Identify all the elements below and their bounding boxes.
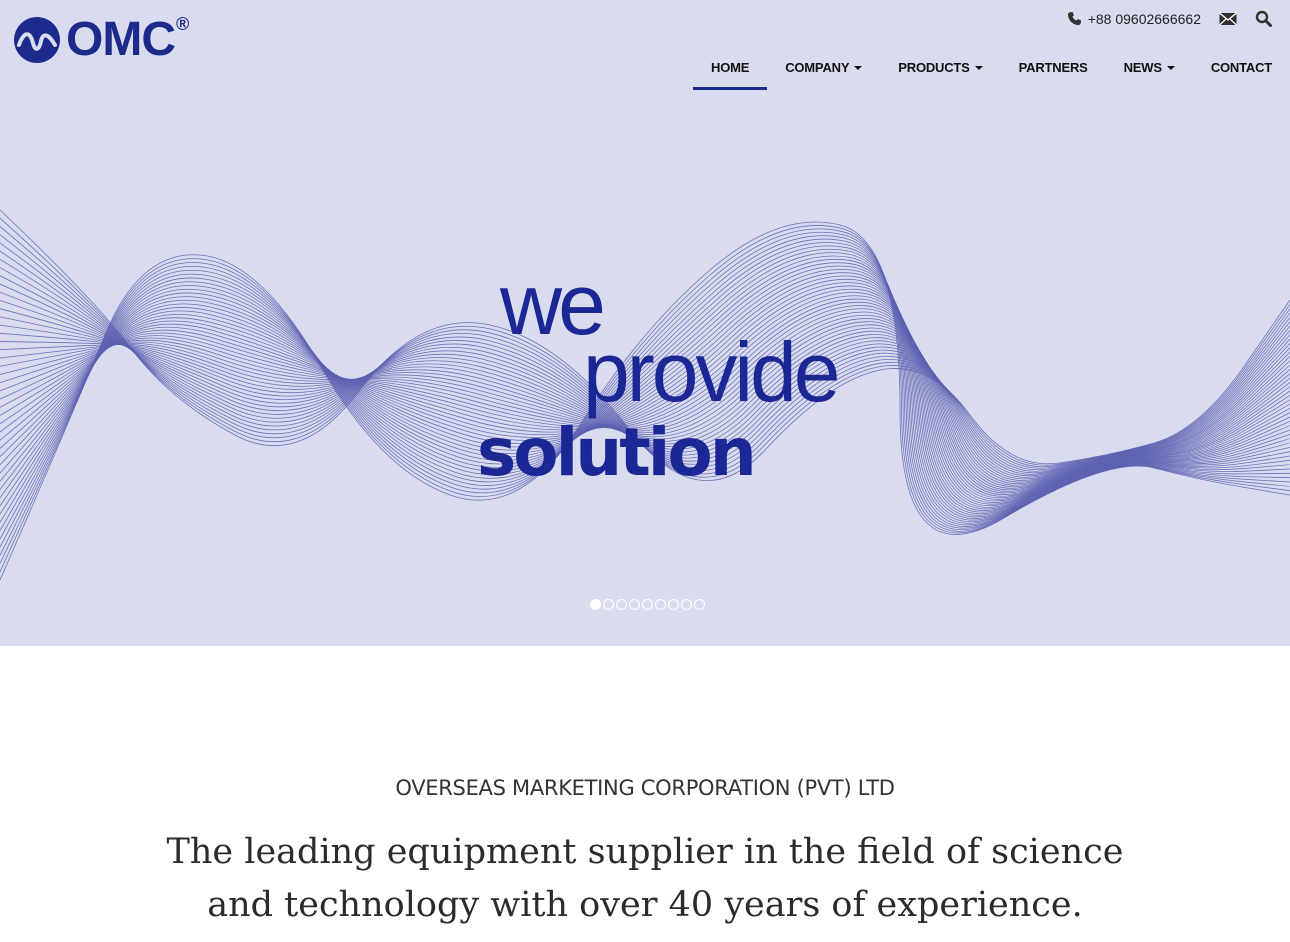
- carousel-dot[interactable]: [681, 599, 692, 610]
- nav-company[interactable]: COMPANY: [767, 44, 880, 90]
- phone-number: +88 09602666662: [1087, 10, 1201, 27]
- nav-partners-label: PARTNERS: [1018, 59, 1088, 75]
- carousel-dot[interactable]: [616, 599, 627, 610]
- carousel-dot[interactable]: [668, 599, 679, 610]
- company-tagline: The leading equipment supplier in the fi…: [0, 826, 1290, 932]
- nav-products-label: PRODUCTS: [898, 59, 970, 75]
- nav-partners[interactable]: PARTNERS: [1001, 44, 1106, 90]
- carousel-dot[interactable]: [655, 599, 666, 610]
- omc-logo-mark-icon: [14, 17, 60, 63]
- caret-down-icon: [1166, 66, 1175, 70]
- mail-icon[interactable]: [1219, 11, 1237, 26]
- nav-company-label: COMPANY: [785, 59, 850, 75]
- top-contact-bar: +88 09602666662: [1067, 10, 1272, 27]
- carousel-dot[interactable]: [694, 599, 705, 610]
- nav-contact-label: CONTACT: [1210, 59, 1272, 75]
- nav-products[interactable]: PRODUCTS: [880, 44, 1000, 90]
- hero-banner: OMC ® +88 09602666662 HOME COMPANY PRODU…: [0, 0, 1290, 646]
- nav-news-label: NEWS: [1123, 59, 1162, 75]
- wave-lines-graphic: [0, 209, 1290, 581]
- slogan-line-solution: solution: [477, 414, 757, 491]
- search-icon[interactable]: [1255, 10, 1272, 27]
- carousel-dot[interactable]: [642, 599, 653, 610]
- tagline-line-2: and technology with over 40 years of exp…: [207, 885, 1083, 925]
- carousel-indicators: [590, 599, 705, 610]
- caret-down-icon: [854, 66, 863, 70]
- registered-mark: ®: [175, 13, 190, 34]
- phone-contact[interactable]: +88 09602666662: [1067, 11, 1201, 27]
- nav-home-label: HOME: [711, 59, 750, 75]
- slogan-line-provide: provide: [583, 325, 841, 419]
- phone-icon: [1067, 11, 1081, 26]
- carousel-dot[interactable]: [590, 599, 601, 610]
- logo[interactable]: OMC ®: [12, 14, 189, 66]
- nav-home[interactable]: HOME: [693, 44, 768, 90]
- carousel-dot[interactable]: [603, 599, 614, 610]
- nav-contact[interactable]: CONTACT: [1193, 44, 1290, 90]
- company-name-heading: OVERSEAS MARKETING CORPORATION (PVT) LTD: [395, 776, 895, 800]
- nav-news[interactable]: NEWS: [1106, 44, 1193, 90]
- carousel-dot[interactable]: [629, 599, 640, 610]
- main-navigation: HOME COMPANY PRODUCTS PARTNERS NEWS CONT…: [693, 44, 1290, 90]
- caret-down-icon: [974, 66, 983, 70]
- logo-text: OMC: [66, 13, 176, 66]
- tagline-line-1: The leading equipment supplier in the fi…: [166, 832, 1124, 872]
